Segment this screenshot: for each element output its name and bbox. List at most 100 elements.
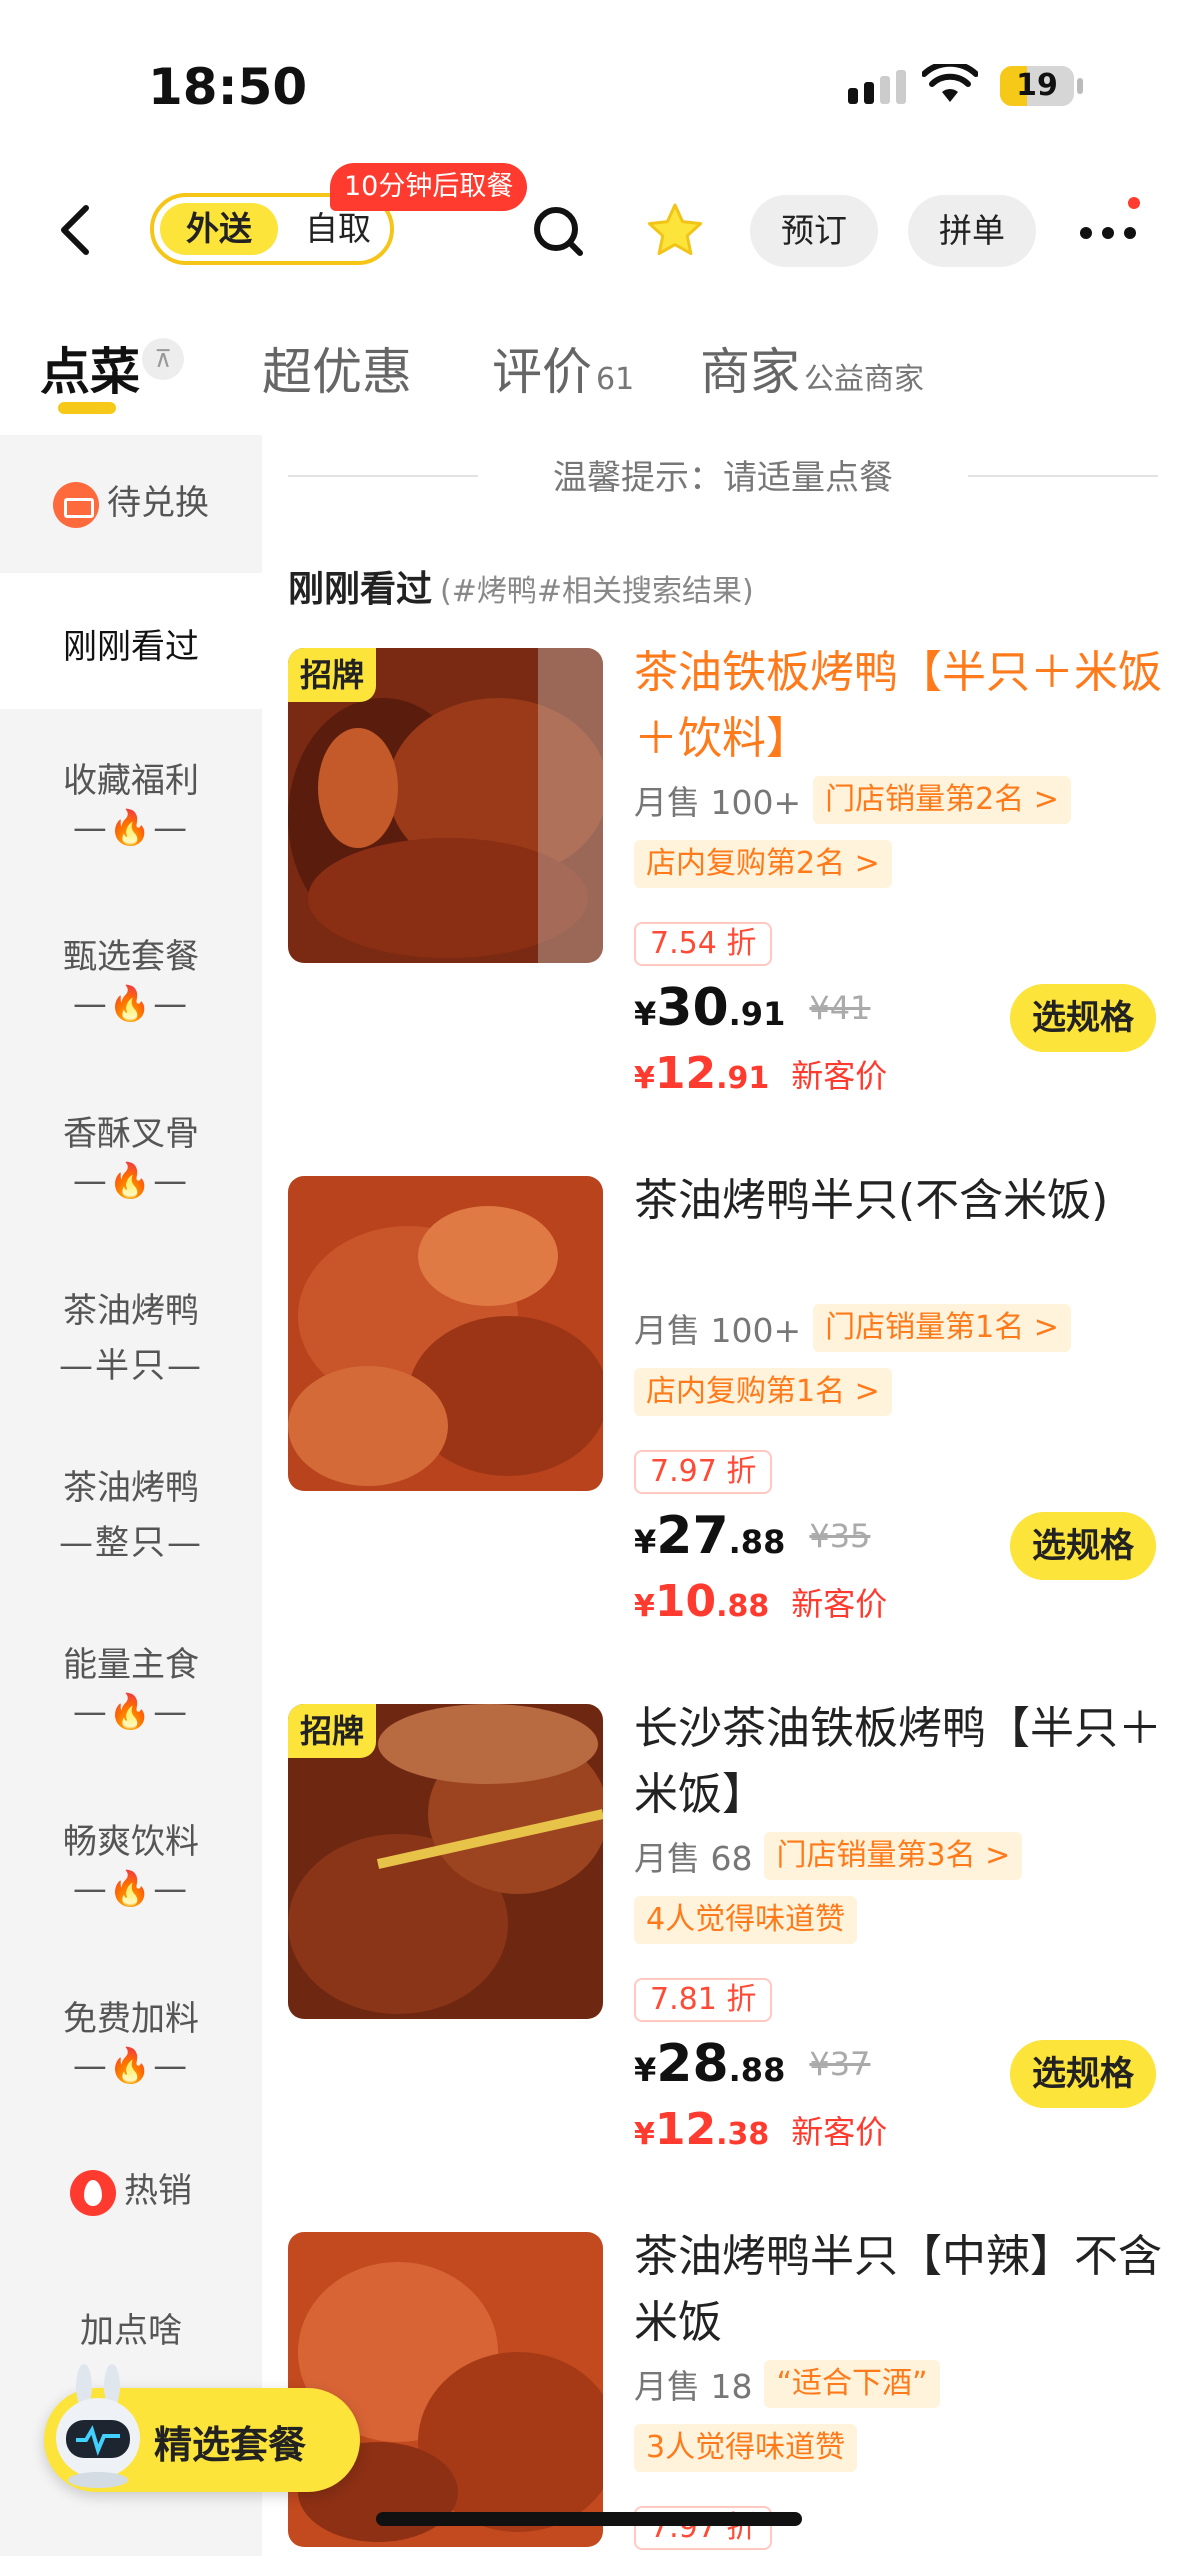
- sidebar-item-label: 能量主食: [63, 1645, 199, 1685]
- repurchase-tag[interactable]: 店内复购第2名 >: [634, 840, 892, 888]
- sidebar-item-duck-half[interactable]: 茶油烤鸭 —半只—: [0, 1283, 262, 1387]
- sidebar-item-staple[interactable]: 能量主食 —🔥—: [0, 1637, 262, 1732]
- product-name[interactable]: 茶油烤鸭半只(不含米饭): [634, 1168, 1164, 1234]
- product-card[interactable]: 招牌 长沙茶油铁板烤鸭【半只＋米饭】 月售 68 门店销量第3名 > 4人觉得味…: [288, 1703, 1168, 2214]
- monthly-sales: 月售 100+: [634, 783, 802, 822]
- sidebar-item-label: 热销: [124, 2171, 192, 2211]
- tab-reviews[interactable]: 评价 61: [492, 332, 634, 404]
- store-tabs: 点菜 ⊼ 超优惠 评价 61 商家 公益商家: [0, 320, 1179, 430]
- product-card[interactable]: 茶油烤鸭半只(不含米饭) 月售 100+ 门店销量第1名 > 店内复购第1名 >…: [288, 1175, 1168, 1686]
- discount-badge: 7.97 折: [634, 1450, 773, 1494]
- active-tab-indicator: [58, 402, 116, 414]
- sidebar-item-combos[interactable]: 甄选套餐 —🔥—: [0, 929, 262, 1024]
- choose-spec-button[interactable]: 选规格: [1010, 2040, 1156, 2108]
- sidebar-item-label: 收藏福利: [63, 761, 199, 801]
- new-customer-price: ¥10.88: [634, 1576, 770, 1627]
- review-tag: 4人觉得味道赞: [634, 1896, 858, 1944]
- price: ¥30.91: [634, 978, 786, 1038]
- tab-order[interactable]: 点菜: [40, 332, 140, 404]
- new-customer-label: 新客价: [791, 2112, 888, 2151]
- more-icon[interactable]: [1078, 223, 1138, 243]
- wifi-icon: [922, 64, 978, 102]
- coupon-icon: [53, 481, 99, 528]
- monthly-sales: 月售 100+: [634, 1311, 802, 1350]
- product-name[interactable]: 茶油铁板烤鸭【半只＋米饭＋饮料】: [634, 640, 1164, 772]
- discount-badge: 7.54 折: [634, 922, 773, 966]
- original-price: ¥35: [809, 1517, 871, 1555]
- discount-badge: 7.81 折: [634, 1978, 773, 2022]
- original-price: ¥41: [809, 989, 871, 1027]
- review-tag: 3人觉得味道赞: [634, 2424, 858, 2472]
- sidebar-item-sublabel: —半只—: [59, 1346, 203, 1386]
- notification-dot: [1128, 197, 1140, 209]
- fire-icon: —🔥—: [72, 1161, 190, 1201]
- section-title-text: 刚刚看过: [288, 569, 433, 610]
- tab-label: 超优惠: [262, 343, 412, 401]
- tab-label: 点菜: [40, 343, 140, 401]
- sidebar-item-add-more[interactable]: 加点啥: [0, 2303, 262, 2352]
- choose-spec-button[interactable]: 选规格: [1010, 1512, 1156, 1580]
- sidebar-item-hot[interactable]: 热销: [0, 2163, 262, 2216]
- rank-tag[interactable]: 门店销量第1名 >: [813, 1304, 1071, 1352]
- battery-tip: [1077, 78, 1083, 94]
- tab-label: 商家: [700, 343, 800, 401]
- status-time: 18:50: [148, 58, 308, 116]
- rank-tag[interactable]: 门店销量第2名 >: [813, 776, 1071, 824]
- mode-delivery[interactable]: 外送: [160, 203, 278, 255]
- top-nav: 外送 自取 10分钟后取餐 预订 拼单: [0, 163, 1179, 295]
- product-name[interactable]: 茶油烤鸭半只【中辣】不含米饭: [634, 2232, 1164, 2356]
- product-card[interactable]: 招牌 茶油铁板烤鸭【半只＋米饭＋饮料】 月售 100+ 门店销量第2名 > 店内…: [288, 647, 1168, 1158]
- choose-spec-button[interactable]: 选规格: [1010, 984, 1156, 1052]
- sidebar-item-redeem[interactable]: 待兑换: [0, 475, 262, 528]
- original-price: ¥37: [809, 2045, 871, 2083]
- new-customer-label: 新客价: [791, 1056, 888, 1095]
- product-image[interactable]: [288, 1176, 603, 1491]
- pin-icon[interactable]: ⊼: [142, 338, 184, 380]
- sidebar-item-label: 香酥叉骨: [63, 1114, 199, 1154]
- tab-merchant[interactable]: 商家 公益商家: [700, 332, 924, 404]
- robot-mascot-icon: [56, 2364, 140, 2488]
- sidebar-item-label: 甄选套餐: [63, 937, 199, 977]
- rank-tag[interactable]: 门店销量第3名 >: [764, 1832, 1023, 1880]
- sidebar-item-label: 畅爽饮料: [63, 1822, 199, 1862]
- sidebar-item-label: 加点啥: [80, 2311, 182, 2351]
- tab-label: 评价: [492, 343, 592, 401]
- product-image[interactable]: [288, 2232, 603, 2547]
- new-customer-price: ¥12.91: [634, 1048, 770, 1099]
- sidebar-item-label: 刚刚看过: [63, 627, 199, 667]
- signature-badge: 招牌: [288, 1704, 377, 1758]
- repurchase-tag[interactable]: 店内复购第1名 >: [634, 1368, 892, 1416]
- tip-text: 温馨提示：请适量点餐: [553, 458, 893, 498]
- new-customer-label: 新客价: [791, 1584, 888, 1623]
- quote-tag: “适合下酒”: [764, 2360, 940, 2408]
- price: ¥28.88: [634, 2034, 786, 2094]
- new-customer-price: ¥12.38: [634, 2104, 770, 2155]
- monthly-sales: 月售 18: [634, 2367, 753, 2406]
- product-card[interactable]: 茶油烤鸭半只【中辣】不含米饭 月售 18 “适合下酒” 3人觉得味道赞 7.97…: [288, 2232, 1168, 2556]
- fire-icon: —🔥—: [72, 808, 190, 848]
- product-name[interactable]: 长沙茶油铁板烤鸭【半只＋米饭】: [634, 1696, 1164, 1828]
- sidebar-item-duck-whole[interactable]: 茶油烤鸭 —整只—: [0, 1460, 262, 1564]
- fire-icon: —🔥—: [72, 1869, 190, 1909]
- sidebar-item-favorites[interactable]: 收藏福利 —🔥—: [0, 753, 262, 848]
- reserve-button[interactable]: 预订: [750, 195, 878, 267]
- battery-icon: 19: [1000, 66, 1074, 106]
- warm-tip: 温馨提示：请适量点餐: [288, 450, 1158, 500]
- sidebar-item-label: 茶油烤鸭: [63, 1468, 199, 1508]
- featured-combo-button[interactable]: 精选套餐: [44, 2364, 360, 2492]
- sidebar-item-free-toppings[interactable]: 免费加料 —🔥—: [0, 1991, 262, 2086]
- back-icon[interactable]: [52, 200, 102, 260]
- sidebar-item-crispy-bone[interactable]: 香酥叉骨 —🔥—: [0, 1106, 262, 1201]
- tab-deals[interactable]: 超优惠: [262, 332, 412, 404]
- sidebar-item-drinks[interactable]: 畅爽饮料 —🔥—: [0, 1814, 262, 1909]
- price: ¥27.88: [634, 1506, 786, 1566]
- sidebar-item-label: 茶油烤鸭: [63, 1291, 199, 1331]
- sidebar-item-recently-viewed[interactable]: 刚刚看过: [0, 573, 262, 709]
- group-order-button[interactable]: 拼单: [908, 195, 1036, 267]
- combo-label: 精选套餐: [154, 2423, 307, 2467]
- favorite-star-icon[interactable]: [645, 201, 705, 261]
- monthly-sales: 月售 68: [634, 1839, 753, 1878]
- status-bar: 18:50 19: [0, 0, 1179, 160]
- sidebar-item-label: 待兑换: [107, 483, 209, 523]
- search-icon[interactable]: [530, 203, 586, 259]
